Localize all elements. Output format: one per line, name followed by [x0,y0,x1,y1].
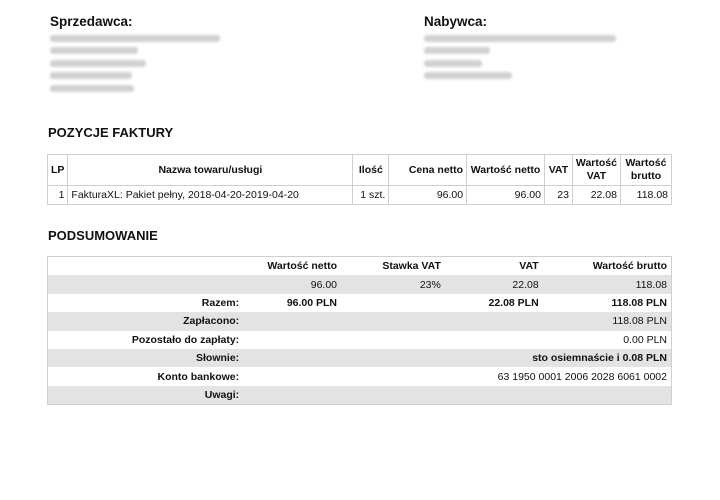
summary-rate-net: 96.00 [243,275,342,294]
cell-vat: 23 [543,185,573,205]
invoice-items-table: LP Nazwa towaru/usługi Ilość Cena netto … [46,154,673,205]
seller-redacted-line [50,84,134,92]
cell-qty: 1 szt. [352,185,390,205]
summary-paid-row: Zapłacono: 118.08 PLN [47,312,672,331]
buyer-block: Nabywca: [424,14,616,85]
buyer-redacted-line [424,59,482,67]
table-row: 1 FakturaXL: Pakiet pełny, 2018-04-20-20… [46,185,673,205]
summary-remaining-label: Pozostało do zapłaty: [131,333,240,346]
summary-rate-rate: 23% [341,275,445,294]
summary-header-vat: VAT [519,260,539,273]
col-header-gross-line2: brutto [630,170,662,182]
cell-gross: 118.08 [619,185,673,205]
col-header-vat-value-line1: Wartość [575,157,617,169]
col-header-vat-value-line2: VAT [586,170,607,182]
summary-rate-gross: 118.08 [542,275,672,294]
seller-redacted-line [50,59,146,67]
summary-bank-value: 63 1950 0001 2006 2028 6061 0002 [497,370,667,383]
cell-lp: 1 [46,185,69,205]
summary-header-net: Wartość netto [267,260,338,273]
summary-remaining-row: Pozostało do zapłaty: 0.00 PLN [48,331,672,349]
col-header-vat-value: Wartość VAT [571,154,621,186]
cell-net-value: 96.00 [466,185,545,205]
summary-bank-row: Konto bankowe: 63 1950 0001 2006 2028 60… [48,367,672,385]
summary-header-row: Wartość netto Stawka VAT VAT Wartość bru… [48,257,672,276]
buyer-redacted-line [424,34,616,42]
summary-rate-row: 96.00 23% 22.08 118.08 [47,275,672,294]
summary-header-rate: Stawka VAT [382,260,441,273]
cell-vat-value: 22.08 [571,185,621,205]
summary-in-words-value: sto osiemnaście i 0.08 PLN [243,348,672,368]
seller-block: Sprzedawca: [50,14,220,97]
summary-header-gross: Wartość brutto [592,260,667,273]
summary-section-title: PODSUMOWANIE [48,228,158,243]
summary-rate-vat: 22.08 [444,275,543,294]
summary-in-words-label: Słownie: [47,348,244,368]
buyer-redacted-line [424,72,512,79]
seller-redacted-line [50,72,132,79]
summary-table: Wartość netto Stawka VAT VAT Wartość bru… [47,256,672,406]
cell-unit-net: 96.00 [388,185,468,205]
col-header-lp: LP [46,154,69,186]
summary-total-gross: 118.08 PLN [611,296,667,309]
col-header-unit-net: Cena netto [388,154,468,186]
col-header-gross-line1: Wartość [625,157,667,169]
summary-in-words-row: Słownie: sto osiemnaście i 0.08 PLN [47,348,672,368]
summary-remaining-value: 0.00 PLN [623,333,667,346]
col-header-qty: Ilość [352,154,390,186]
items-header-row: LP Nazwa towaru/usługi Ilość Cena netto … [46,154,673,186]
summary-total-row: Razem: 96.00 PLN 22.08 PLN 118.08 PLN [48,294,672,312]
summary-notes-value [243,385,672,405]
col-header-name: Nazwa towaru/usługi [67,154,354,186]
summary-notes-row: Uwagi: [47,385,672,405]
summary-bank-label: Konto bankowe: [157,370,240,383]
summary-total-net: 96.00 PLN [286,296,338,309]
buyer-title: Nabywca: [424,14,488,29]
col-header-vat: VAT [543,154,573,186]
summary-header-spacer [48,257,244,276]
seller-redacted-line [50,47,138,54]
summary-total-rate-empty [341,294,445,312]
summary-paid-label: Zapłacono: [47,312,244,331]
buyer-redacted-line [424,47,490,54]
seller-title: Sprzedawca: [50,14,133,29]
summary-notes-label: Uwagi: [47,385,244,405]
summary-total-label: Razem: [201,296,240,309]
summary-total-vat: 22.08 PLN [488,296,539,309]
col-header-net-value: Wartość netto [466,154,545,186]
col-header-gross: Wartość brutto [619,154,673,186]
summary-paid-value: 118.08 PLN [243,312,672,331]
items-section-title: POZYCJE FAKTURY [48,125,174,140]
summary-rate-spacer [47,275,244,294]
cell-name: FakturaXL: Pakiet pełny, 2018-04-20-2019… [67,185,354,205]
seller-redacted-line [50,34,220,42]
